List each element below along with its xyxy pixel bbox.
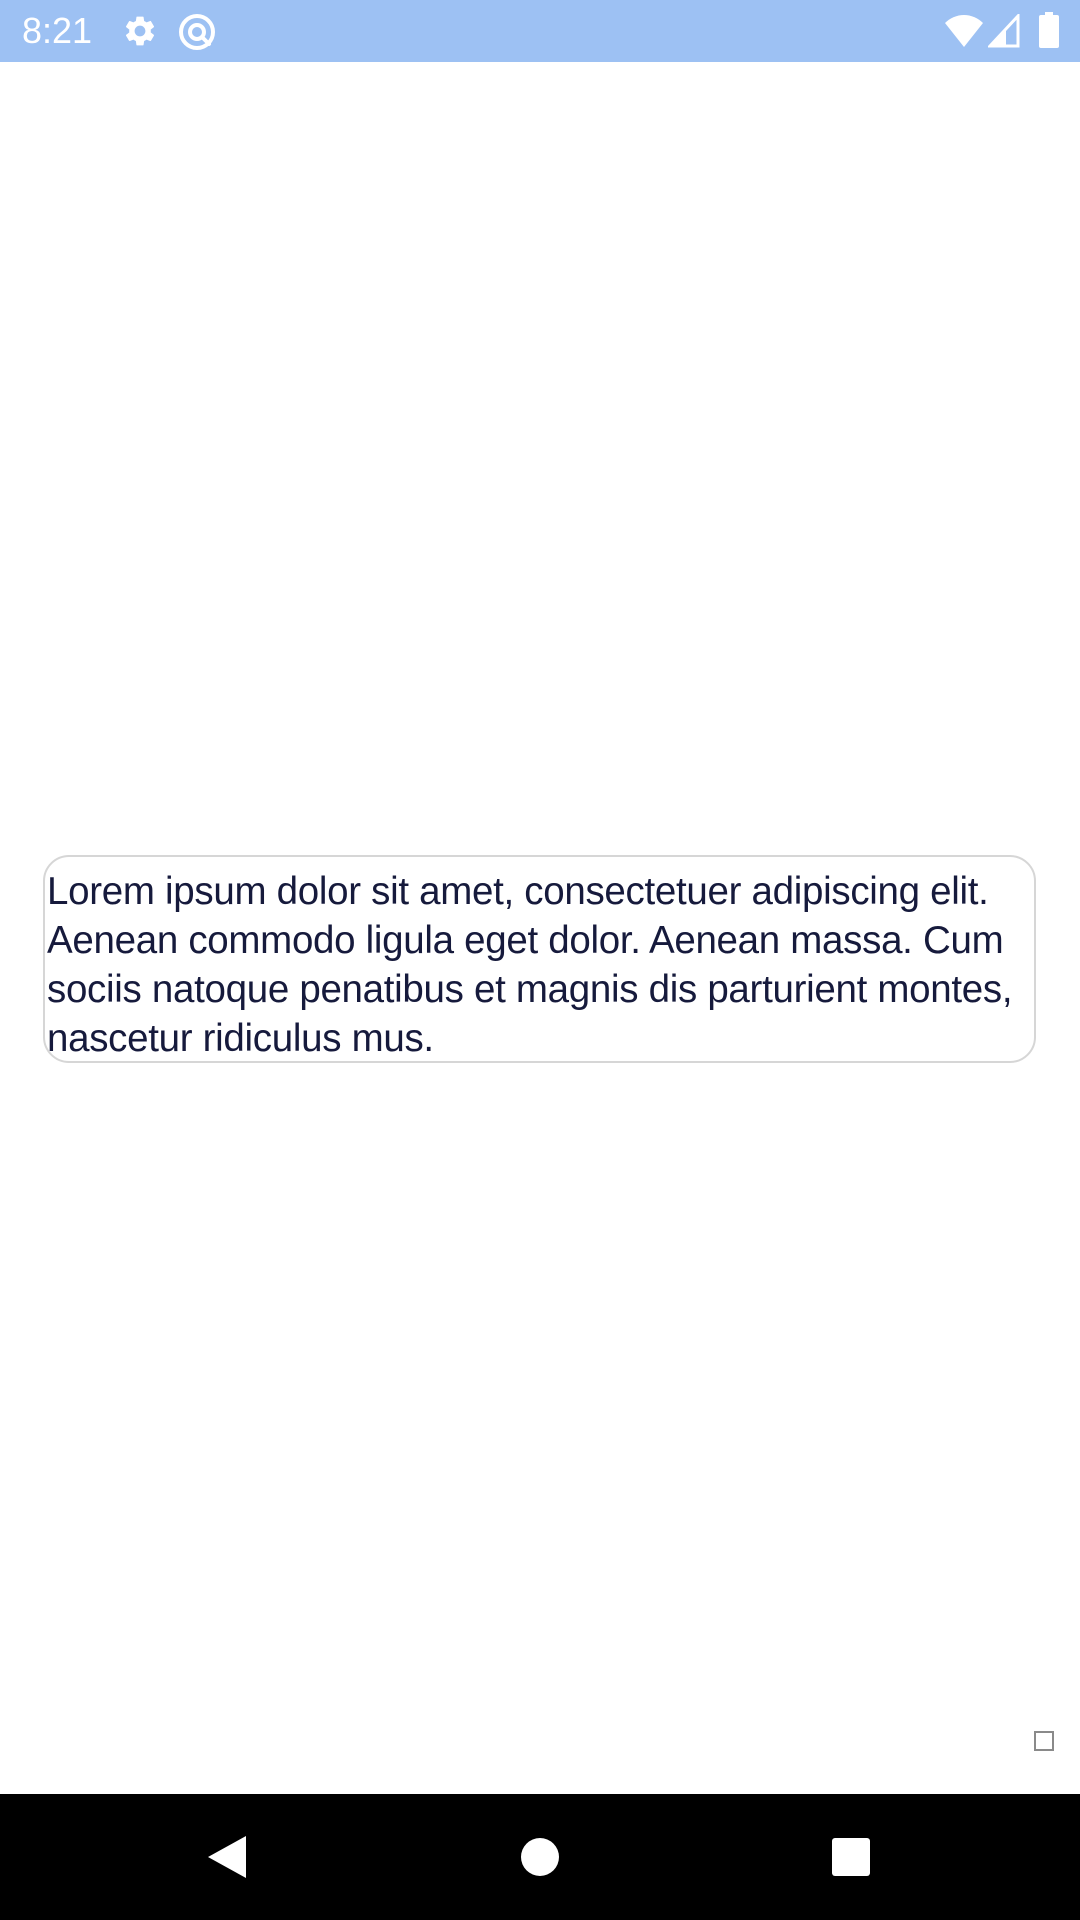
- screen: 8:21 Lorem ipsum dolor sit amet, consect…: [0, 0, 1080, 1920]
- text-box[interactable]: Lorem ipsum dolor sit amet, consectetuer…: [43, 855, 1036, 1063]
- wifi-icon: [944, 14, 984, 48]
- recents-icon: [831, 1837, 871, 1877]
- checkbox[interactable]: [1034, 1731, 1054, 1751]
- cell-signal-icon: [988, 14, 1020, 48]
- back-button[interactable]: [166, 1794, 286, 1920]
- navigation-bar: [0, 1794, 1080, 1920]
- status-bar: 8:21: [0, 0, 1080, 62]
- at-sign-icon: [177, 12, 217, 52]
- recents-button[interactable]: [791, 1794, 911, 1920]
- battery-icon: [1038, 12, 1060, 48]
- back-icon: [204, 1834, 248, 1880]
- home-button[interactable]: [480, 1794, 600, 1920]
- home-icon: [520, 1837, 560, 1877]
- text-box-content: Lorem ipsum dolor sit amet, consectetuer…: [47, 870, 1013, 1060]
- gear-icon: [122, 13, 158, 49]
- status-time: 8:21: [22, 10, 93, 51]
